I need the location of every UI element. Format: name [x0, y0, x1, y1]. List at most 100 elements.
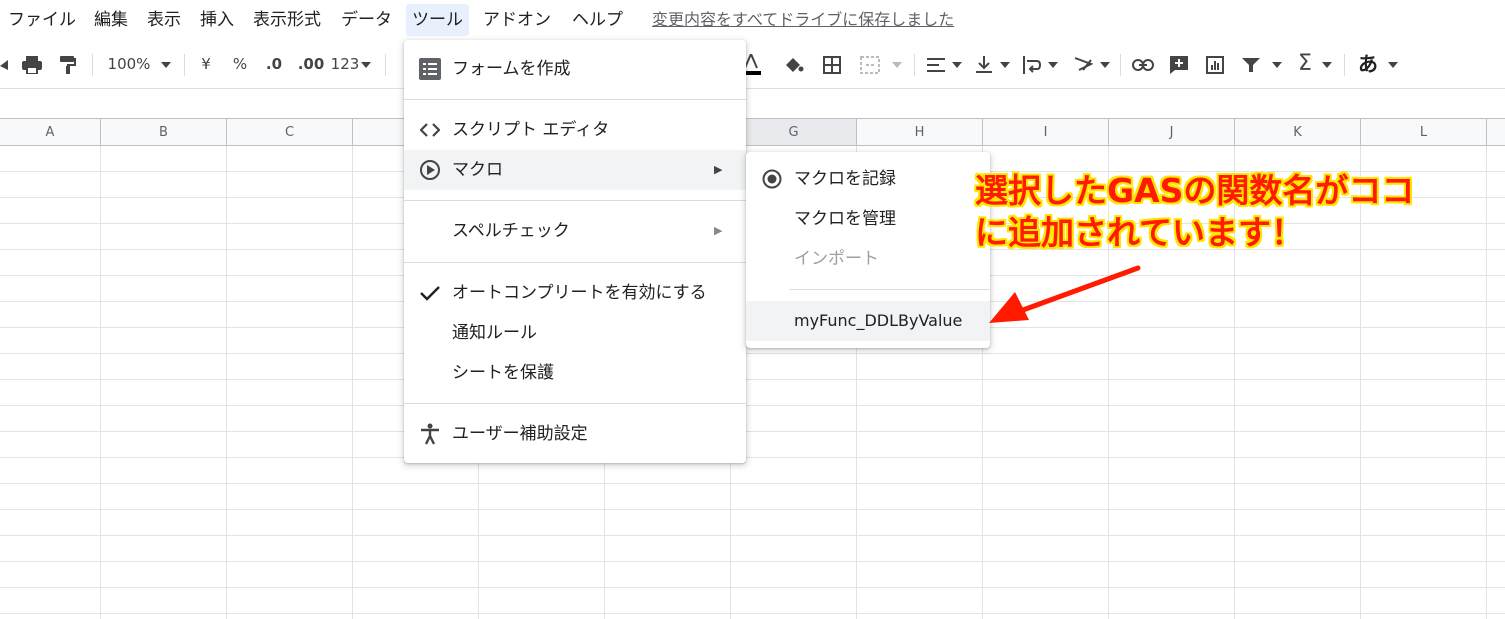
menu-separator: [404, 99, 746, 100]
menu-file[interactable]: ファイル: [2, 4, 82, 36]
print-icon[interactable]: [18, 40, 46, 88]
valign-dropdown-icon[interactable]: [998, 40, 1012, 88]
toolbar-separator: [385, 54, 386, 76]
more-formats-dropdown-icon[interactable]: [360, 40, 372, 88]
column-header-l[interactable]: L: [1361, 118, 1487, 146]
column-header-m[interactable]: [1487, 118, 1505, 146]
merge-dropdown-icon[interactable]: [890, 40, 904, 88]
accessibility-icon: [418, 414, 442, 454]
column-header-k[interactable]: K: [1235, 118, 1361, 146]
zoom-select[interactable]: 100%: [104, 40, 154, 88]
column-header-b[interactable]: B: [101, 118, 227, 146]
menu-item-import: インポート: [746, 239, 990, 279]
save-status-link[interactable]: 変更内容をすべてドライブに保存しました: [652, 6, 954, 30]
menu-item-macros[interactable]: マクロ ▶: [404, 150, 746, 190]
tools-menu: フォームを作成 スクリプト エディタ マクロ ▶ スペルチェック ▶ オートコン…: [404, 40, 746, 463]
text-rotation-icon[interactable]: [1070, 40, 1096, 88]
check-icon: [418, 273, 442, 313]
formula-bar[interactable]: [0, 88, 1505, 119]
menu-bar: ファイル 編集 表示 挿入 表示形式 データ ツール アドオン ヘルプ 変更内容…: [0, 0, 1505, 40]
toolbar-separator: [92, 54, 93, 76]
form-icon: [418, 49, 442, 89]
submenu-arrow-icon: ▶: [714, 163, 723, 176]
fill-color-icon[interactable]: [782, 40, 806, 88]
filter-icon[interactable]: [1238, 40, 1264, 88]
menu-item-autocomplete[interactable]: オートコンプリートを有効にする: [404, 273, 746, 313]
toolbar-separator: [1120, 54, 1121, 76]
menu-view[interactable]: 表示: [141, 4, 187, 36]
menu-item-label: シートを保護: [452, 363, 554, 383]
menu-separator: [404, 262, 746, 263]
input-tools-dropdown-icon[interactable]: [1386, 40, 1400, 88]
menu-item-manage-macros[interactable]: マクロを管理: [746, 199, 990, 239]
menu-data[interactable]: データ: [335, 4, 398, 36]
column-header-j[interactable]: J: [1109, 118, 1235, 146]
functions-dropdown-icon[interactable]: [1320, 40, 1334, 88]
column-header-g[interactable]: G: [731, 118, 857, 146]
percent-format-button[interactable]: %: [230, 40, 250, 88]
menu-tools[interactable]: ツール: [406, 4, 469, 36]
insert-link-icon[interactable]: [1130, 40, 1156, 88]
borders-icon[interactable]: [820, 40, 844, 88]
menu-item-create-form[interactable]: フォームを作成: [404, 49, 746, 89]
menu-item-label: フォームを作成: [452, 59, 571, 79]
toolbar-separator: [914, 54, 915, 76]
increase-decimal-button[interactable]: .00: [296, 40, 326, 88]
record-icon: [760, 159, 784, 199]
horizontal-align-icon[interactable]: [924, 40, 948, 88]
menu-item-label: ユーザー補助設定: [452, 424, 588, 444]
menu-item-label: マクロを管理: [794, 209, 896, 229]
menu-help[interactable]: ヘルプ: [566, 4, 629, 36]
menu-item-label: インポート: [794, 249, 879, 269]
menu-addons[interactable]: アドオン: [477, 4, 557, 36]
align-dropdown-icon[interactable]: [950, 40, 964, 88]
column-header-i[interactable]: I: [983, 118, 1109, 146]
menu-insert[interactable]: 挿入: [194, 4, 240, 36]
play-circle-icon: [418, 150, 442, 190]
redo-icon[interactable]: [0, 40, 14, 88]
menu-item-notification-rules[interactable]: 通知ルール: [404, 313, 746, 353]
toolbar-separator: [184, 54, 185, 76]
submenu-arrow-icon: ▶: [714, 224, 723, 237]
vertical-align-icon[interactable]: [972, 40, 996, 88]
menu-item-protect-sheet[interactable]: シートを保護: [404, 353, 746, 393]
decrease-decimal-button[interactable]: .0: [262, 40, 286, 88]
column-header-c[interactable]: C: [227, 118, 353, 146]
grid-line: [226, 146, 227, 619]
annotation-arrow-icon: [989, 265, 1141, 323]
paint-format-icon[interactable]: [54, 40, 82, 88]
menu-item-accessibility[interactable]: ユーザー補助設定: [404, 414, 746, 454]
functions-icon[interactable]: Σ: [1292, 40, 1318, 88]
menu-item-label: 通知ルール: [452, 323, 537, 343]
column-header-a[interactable]: A: [0, 118, 101, 146]
rotation-dropdown-icon[interactable]: [1098, 40, 1112, 88]
filter-dropdown-icon[interactable]: [1270, 40, 1284, 88]
menu-separator: [790, 289, 990, 290]
insert-chart-icon[interactable]: [1202, 40, 1228, 88]
menu-item-macro-myfunc[interactable]: myFunc_DDLByValue: [746, 301, 990, 341]
currency-format-button[interactable]: ¥: [196, 40, 216, 88]
menu-item-label: オートコンプリートを有効にする: [452, 283, 707, 303]
menu-separator: [404, 403, 746, 404]
menu-item-label: マクロを記録: [794, 169, 896, 189]
annotation-line-2: に追加されています！: [975, 213, 1305, 252]
insert-comment-icon[interactable]: [1166, 40, 1192, 88]
merge-cells-icon[interactable]: [858, 40, 882, 88]
menu-format[interactable]: 表示形式: [247, 4, 327, 36]
zoom-dropdown-icon[interactable]: [158, 40, 174, 88]
text-wrap-icon[interactable]: [1020, 40, 1044, 88]
menu-item-spellcheck[interactable]: スペルチェック ▶: [404, 211, 746, 251]
toolbar-separator: [1344, 54, 1345, 76]
column-header-h[interactable]: H: [857, 118, 983, 146]
menu-item-label: スペルチェック: [452, 221, 570, 241]
grid-line: [352, 146, 353, 619]
more-formats-button[interactable]: 123: [330, 40, 360, 88]
menu-item-record-macro[interactable]: マクロを記録: [746, 159, 990, 199]
menu-edit[interactable]: 編集: [88, 4, 134, 36]
toolbar: 100% ¥ % .0 .00 123 Σ あ: [0, 40, 1505, 88]
wrap-dropdown-icon[interactable]: [1046, 40, 1060, 88]
grid-line: [1486, 146, 1487, 619]
macro-submenu: マクロを記録 マクロを管理 インポート myFunc_DDLByValue: [746, 152, 990, 348]
menu-item-script-editor[interactable]: スクリプト エディタ: [404, 110, 746, 150]
input-tools-button[interactable]: あ: [1354, 40, 1382, 88]
